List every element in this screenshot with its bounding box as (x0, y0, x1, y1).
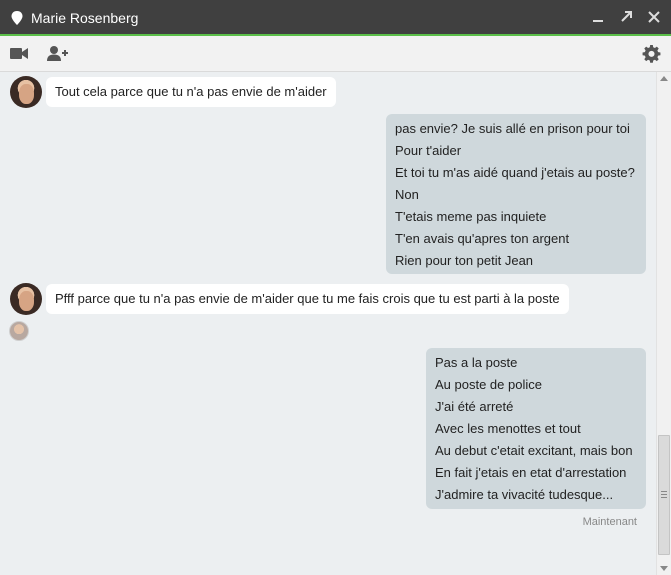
popout-icon[interactable] (618, 9, 634, 25)
settings-gear-icon[interactable] (642, 44, 661, 63)
message-line: Au debut c'etait excitant, mais bon (435, 443, 633, 458)
add-person-icon[interactable] (47, 45, 68, 62)
message-line: Et toi tu m'as aidé quand j'etais au pos… (395, 165, 635, 180)
message-line: En fait j'etais en etat d'arrestation (435, 465, 627, 480)
outgoing-message-group: Pas a la poste Au poste de police J'ai é… (426, 348, 646, 509)
minimize-icon[interactable] (590, 9, 606, 25)
message-line: J'admire ta vivacité tudesque... (435, 487, 614, 502)
scroll-up-arrow-icon[interactable] (660, 76, 668, 81)
location-pin-icon (11, 11, 23, 25)
message-line: Au poste de police (435, 377, 542, 392)
message-line: Pour t'aider (395, 143, 462, 158)
message-line: Rien pour ton petit Jean (395, 253, 534, 268)
incoming-message: Tout cela parce que tu n'a pas envie de … (46, 77, 336, 107)
incoming-message: Pfff parce que tu n'a pas envie de m'aid… (46, 284, 569, 314)
scrollbar-thumb[interactable] (658, 435, 670, 555)
message-line: J'ai été arreté (435, 399, 514, 414)
vertical-scrollbar[interactable] (656, 72, 671, 575)
outgoing-message-group: pas envie? Je suis allé en prison pour t… (386, 114, 646, 274)
message-line: Non (395, 187, 419, 202)
chat-toolbar (0, 36, 671, 72)
read-receipt-avatar (9, 321, 29, 341)
message-list[interactable]: Tout cela parce que tu n'a pas envie de … (0, 72, 656, 575)
contact-avatar (10, 283, 42, 315)
message-line: pas envie? Je suis allé en prison pour t… (395, 121, 630, 136)
video-call-icon[interactable] (10, 47, 29, 60)
message-line: Pas a la poste (435, 355, 518, 370)
close-icon[interactable] (646, 9, 662, 25)
scroll-down-arrow-icon[interactable] (660, 566, 668, 571)
title-bar: Marie Rosenberg (0, 0, 671, 36)
message-line: T'en avais qu'apres ton argent (395, 231, 570, 246)
message-line: T'etais meme pas inquiete (395, 209, 547, 224)
message-line: Avec les menottes et tout (435, 421, 581, 436)
contact-avatar (10, 76, 42, 108)
message-timestamp: Maintenant (582, 516, 637, 528)
window-title: Marie Rosenberg (31, 10, 139, 26)
